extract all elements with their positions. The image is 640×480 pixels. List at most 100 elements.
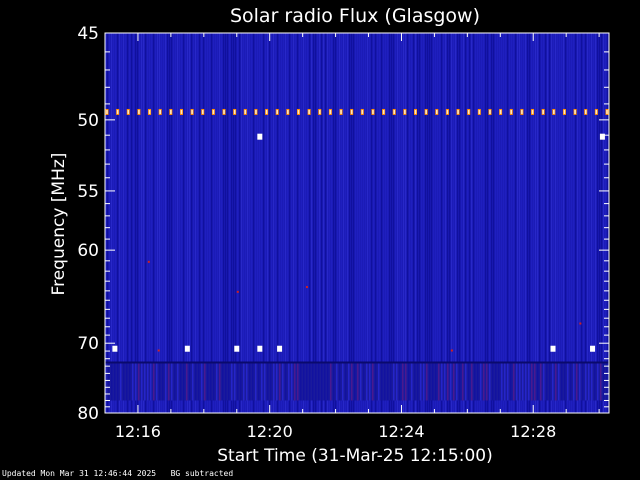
band-stripe — [504, 362, 506, 401]
noise-stripe — [479, 33, 481, 413]
noise-stripe — [561, 33, 563, 413]
noise-stripe — [257, 33, 259, 413]
band-stripe — [138, 362, 140, 401]
noise-stripe — [343, 33, 345, 413]
noise-stripe — [539, 33, 541, 413]
noise-stripe — [135, 33, 137, 413]
noise-stripe — [421, 33, 423, 413]
band-stripe — [549, 362, 551, 401]
noise-stripe — [227, 33, 229, 413]
band-stripe — [255, 362, 257, 401]
band-stripe — [321, 362, 323, 401]
footer-status: Updated Mon Mar 31 12:46:44 2025 BG subt… — [2, 469, 233, 478]
noise-stripe — [459, 33, 461, 413]
interference-dot-core — [329, 109, 332, 114]
noise-stripe — [413, 33, 415, 413]
band-stripe — [225, 362, 227, 401]
noise-stripe — [321, 33, 323, 413]
noise-stripe — [473, 33, 475, 413]
interference-dot-core — [414, 109, 417, 114]
noise-stripe — [117, 33, 119, 413]
band-stripe — [537, 362, 539, 401]
noise-stripe — [253, 33, 255, 413]
band-stripe — [210, 362, 212, 401]
band-stripe — [180, 362, 182, 401]
noise-stripe — [223, 33, 225, 413]
band-stripe — [336, 362, 338, 401]
band-stripe — [513, 362, 515, 401]
noise-stripe — [581, 33, 583, 413]
band-stripe — [282, 362, 284, 401]
noise-stripe — [605, 33, 607, 413]
band-stripe — [198, 362, 200, 401]
noise-stripe — [507, 33, 509, 413]
noise-stripe — [131, 33, 133, 413]
noise-stripe — [377, 33, 379, 413]
noise-stripe — [317, 33, 319, 413]
noise-stripe — [501, 33, 503, 413]
noise-stripe — [517, 33, 519, 413]
noise-stripe — [595, 33, 597, 413]
chart-title: Solar radio Flux (Glasgow) — [230, 5, 480, 27]
noise-stripe — [499, 33, 501, 413]
band-stripe — [126, 362, 128, 401]
noise-stripe — [447, 33, 449, 413]
interference-dot-core — [340, 109, 342, 114]
noise-stripe — [267, 33, 269, 413]
band-stripe — [594, 362, 596, 401]
noise-stripe — [375, 33, 377, 413]
band-stripe — [441, 362, 443, 401]
band-stripe — [213, 362, 215, 401]
y-tick-label: 70 — [77, 334, 99, 354]
noise-stripe — [397, 33, 399, 413]
noise-stripe — [453, 33, 455, 413]
band-stripe — [546, 362, 548, 401]
noise-stripe — [373, 33, 375, 413]
interference-dot-core — [521, 109, 523, 114]
band-stripe — [381, 362, 383, 401]
noise-stripe — [147, 33, 149, 413]
noise-stripe — [145, 33, 147, 413]
band-stripe — [417, 362, 419, 401]
noise-stripe — [563, 33, 565, 413]
band-stripe — [237, 362, 239, 401]
noise-stripe — [465, 33, 467, 413]
noise-stripe — [177, 33, 179, 413]
noise-stripe — [471, 33, 473, 413]
noise-stripe — [347, 33, 349, 413]
noise-stripe — [137, 33, 139, 413]
noise-stripe — [577, 33, 579, 413]
interference-dot-core — [489, 109, 491, 114]
noise-stripe — [489, 33, 491, 413]
noise-stripe — [415, 33, 417, 413]
noise-stripe — [475, 33, 477, 413]
band-stripe — [600, 362, 602, 401]
band-stripe — [165, 362, 167, 401]
band-stripe — [543, 362, 545, 401]
red-speck — [450, 349, 453, 352]
noise-stripe — [515, 33, 517, 413]
noise-stripe — [451, 33, 453, 413]
noise-stripe — [305, 33, 307, 413]
band-stripe — [528, 362, 530, 401]
band-stripe — [585, 362, 587, 401]
band-stripe — [267, 362, 269, 401]
band-stripe — [555, 362, 557, 401]
noise-stripe — [169, 33, 171, 413]
noise-stripe — [387, 33, 389, 413]
band-stripe — [402, 362, 404, 401]
noise-stripe — [371, 33, 373, 413]
band-stripe — [312, 362, 314, 401]
band-stripe — [273, 362, 275, 401]
noise-stripe — [143, 33, 145, 413]
interference-dot-core — [223, 109, 225, 114]
y-tick-label: 50 — [77, 111, 99, 131]
band-stripe — [429, 362, 431, 401]
noise-stripe — [495, 33, 497, 413]
noise-stripe — [599, 33, 601, 413]
noise-stripe — [491, 33, 493, 413]
noise-stripe — [315, 33, 317, 413]
band-stripe — [540, 362, 542, 401]
interference-dot-core — [138, 109, 140, 114]
bright-point — [184, 345, 190, 352]
